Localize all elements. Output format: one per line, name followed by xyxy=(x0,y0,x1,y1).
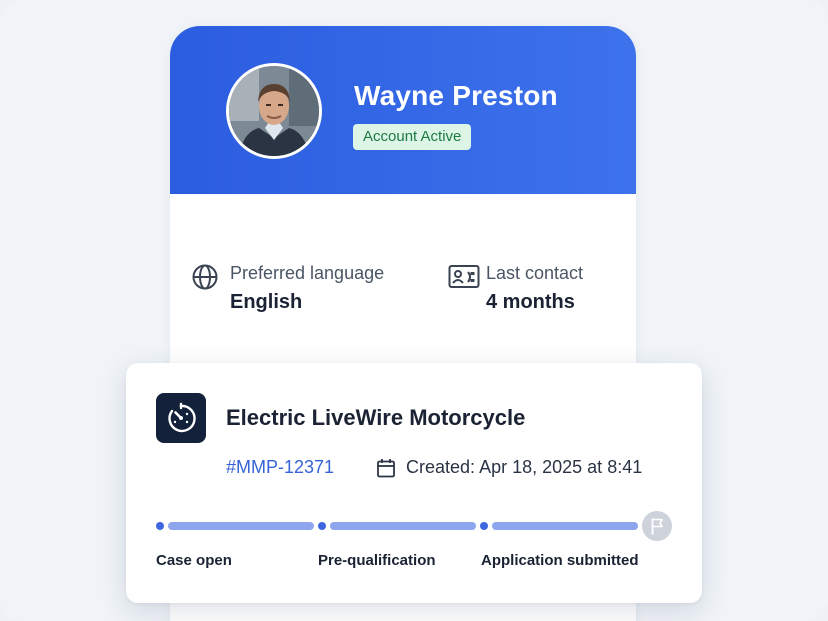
created-label: Created: xyxy=(406,457,476,477)
case-title: Electric LiveWire Motorcycle xyxy=(226,405,526,430)
profile-header: Wayne Preston Account Active xyxy=(170,26,636,194)
status-badge: Account Active xyxy=(353,124,472,150)
language-value: English xyxy=(230,291,303,313)
step-label-application-submitted: Application submitted xyxy=(481,552,639,569)
created-date: Apr 18, 2025 xyxy=(479,457,583,477)
step-label-case-open: Case open xyxy=(156,552,232,569)
language-label: Preferred language xyxy=(230,263,385,283)
created-time: 8:41 xyxy=(607,457,643,477)
step-bar-pre-qualification xyxy=(330,522,476,530)
created-timestamp: Created: Apr 18, 2025 at 8:41 xyxy=(406,457,642,478)
step-label-pre-qualification: Pre-qualification xyxy=(318,552,436,569)
contact-card-icon xyxy=(448,262,480,292)
created-at-word: at xyxy=(587,457,603,477)
avatar[interactable] xyxy=(226,63,322,159)
case-id-link[interactable]: #MMP-12371 xyxy=(226,457,334,478)
flag-icon xyxy=(642,511,672,541)
gauge-icon xyxy=(156,393,206,443)
profile-name: Wayne Preston xyxy=(354,80,558,111)
contact-label: Last contact xyxy=(486,263,584,283)
step-dot-pre-qualification xyxy=(318,522,326,530)
case-card[interactable]: Electric LiveWire Motorcycle #MMP-12371 … xyxy=(126,363,702,603)
contact-value: 4 months xyxy=(486,291,575,313)
step-dot-application-submitted xyxy=(480,522,488,530)
step-bar-case-open xyxy=(168,522,314,530)
globe-icon xyxy=(192,262,222,292)
step-dot-case-open xyxy=(156,522,164,530)
calendar-icon xyxy=(376,458,396,478)
step-bar-application-submitted xyxy=(492,522,638,530)
